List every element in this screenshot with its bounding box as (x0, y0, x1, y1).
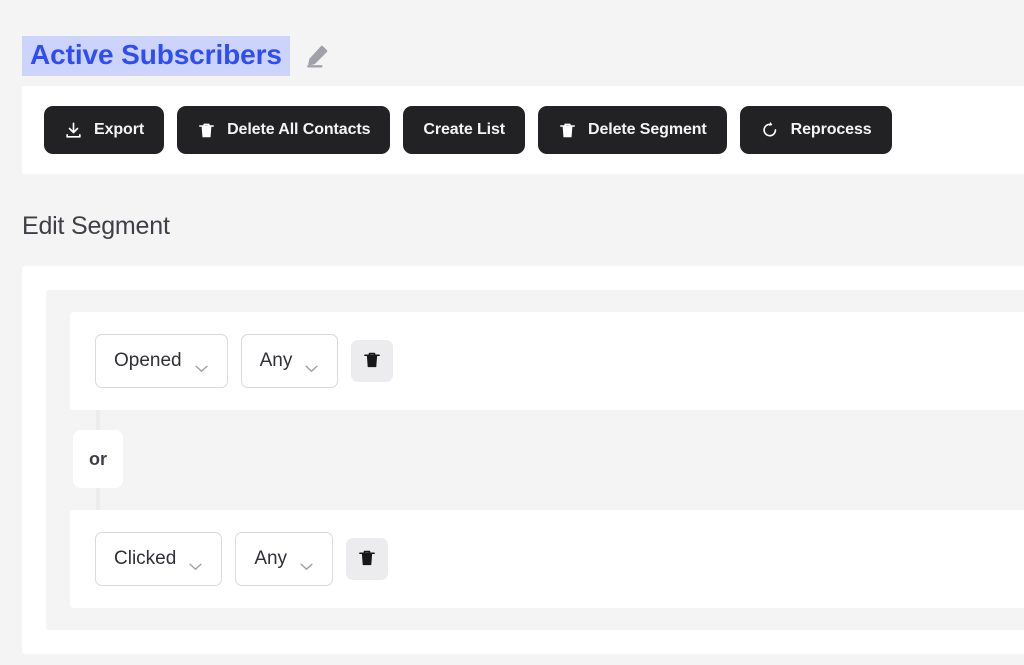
segment-name[interactable]: Active Subscribers (22, 35, 290, 77)
delete-segment-label: Delete Segment (588, 121, 707, 138)
trash-icon (357, 548, 377, 571)
chevron-down-icon (194, 357, 209, 372)
condition-row: Opened Any (70, 312, 1024, 410)
condition-field-value-2: Clicked (114, 548, 177, 569)
create-list-label: Create List (423, 121, 506, 138)
refresh-icon (760, 120, 780, 140)
condition-connector: or (70, 410, 1024, 510)
delete-all-contacts-button[interactable]: Delete All Contacts (177, 106, 391, 154)
page-title-row: Active Subscribers (0, 0, 1024, 86)
reprocess-label: Reprocess (790, 121, 872, 138)
connector-or-badge[interactable]: or (73, 430, 123, 488)
condition-field-dropdown-1[interactable]: Opened (95, 334, 228, 388)
condition-row: Clicked Any (70, 510, 1024, 608)
segment-toolbar: Export Delete All Contacts Create List D… (22, 86, 1024, 174)
trash-icon (558, 121, 577, 140)
condition-operator-dropdown-1[interactable]: Any (240, 334, 339, 388)
delete-all-contacts-label: Delete All Contacts (227, 121, 371, 138)
delete-segment-button[interactable]: Delete Segment (538, 106, 727, 154)
condition-field-dropdown-2[interactable]: Clicked (95, 532, 223, 586)
pencil-icon[interactable] (304, 43, 330, 69)
condition-field-value-1: Opened (114, 350, 182, 371)
create-list-button[interactable]: Create List (403, 106, 526, 154)
condition-operator-value-2: Any (254, 548, 288, 569)
trash-icon (362, 350, 382, 373)
segment-builder-card: Opened Any or Clicked Any (22, 266, 1024, 654)
export-button[interactable]: Export (44, 106, 165, 154)
export-button-label: Export (94, 121, 145, 138)
download-icon (64, 121, 83, 140)
edit-segment-heading: Edit Segment (22, 212, 170, 240)
condition-operator-dropdown-2[interactable]: Any (235, 532, 334, 586)
trash-icon (197, 121, 216, 140)
condition-operator-value-1: Any (259, 350, 293, 371)
delete-condition-button-2[interactable] (346, 538, 389, 580)
chevron-down-icon (304, 357, 319, 372)
condition-group: Opened Any or Clicked Any (46, 290, 1024, 630)
delete-condition-button-1[interactable] (351, 340, 394, 382)
reprocess-button[interactable]: Reprocess (739, 106, 892, 154)
chevron-down-icon (188, 555, 203, 570)
chevron-down-icon (299, 555, 314, 570)
